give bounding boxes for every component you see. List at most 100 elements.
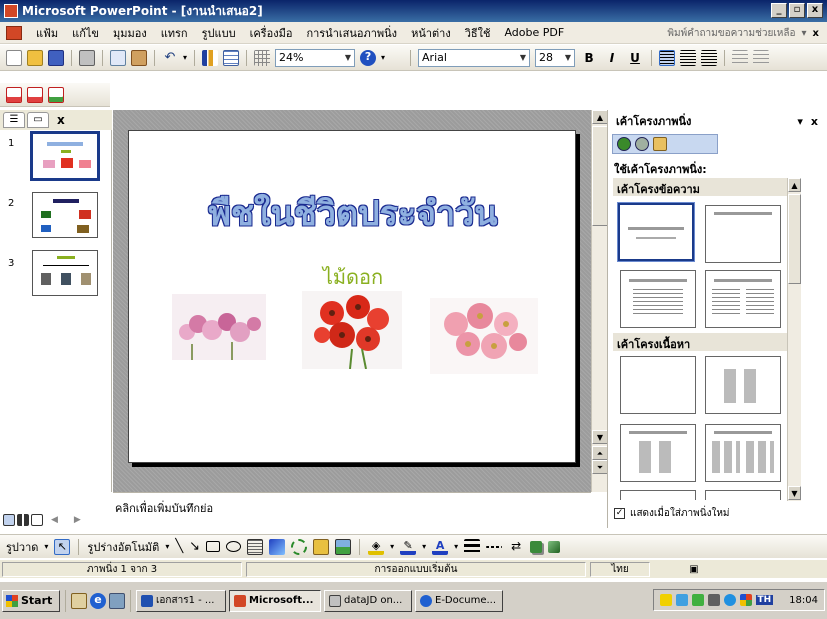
- align-left-icon[interactable]: [659, 49, 676, 66]
- task-pane-dropdown-icon[interactable]: ▾: [797, 115, 803, 128]
- slide-thumbnail-3[interactable]: [32, 250, 98, 296]
- line-color-icon[interactable]: ✎: [400, 539, 417, 555]
- start-button[interactable]: Start: [2, 589, 60, 612]
- language-indicator[interactable]: TH: [755, 595, 774, 605]
- clipart-icon[interactable]: [313, 538, 330, 555]
- font-select[interactable]: Arial ▼: [418, 48, 531, 67]
- taskbar-word-document[interactable]: เอกสาร1 - ...: [136, 589, 226, 612]
- show-desktop-icon[interactable]: [71, 592, 87, 609]
- line-color-dropdown-icon[interactable]: ▾: [422, 542, 426, 551]
- task-pane-scrollbar[interactable]: ▲ ▼: [787, 178, 801, 501]
- scroll-up-button[interactable]: ▲: [592, 110, 608, 124]
- menu-tools[interactable]: เครื่องมือ: [250, 24, 293, 42]
- pdf-review-icon[interactable]: [48, 86, 64, 103]
- menu-adobe-pdf[interactable]: Adobe PDF: [504, 26, 564, 39]
- back-icon[interactable]: [617, 137, 631, 151]
- volume-icon[interactable]: [659, 594, 672, 606]
- autoshapes-menu[interactable]: รูปร่างอัตโนมัติ: [87, 538, 159, 556]
- wordart-icon[interactable]: [269, 538, 286, 555]
- tab-slides[interactable]: ▭: [27, 112, 49, 128]
- line-style-icon[interactable]: [464, 538, 481, 555]
- clock[interactable]: 18:04: [789, 595, 818, 606]
- h-scroll-left-icon[interactable]: ◀: [51, 515, 58, 525]
- restore-button[interactable]: ▫: [789, 3, 805, 18]
- 3d-style-icon[interactable]: [548, 540, 561, 553]
- draw-menu-dropdown-icon[interactable]: ▾: [44, 542, 48, 551]
- help-dropdown-arrow-icon[interactable]: ▾: [381, 53, 385, 62]
- arrow-icon[interactable]: ↘: [189, 539, 200, 554]
- orchid-picture[interactable]: [172, 294, 266, 360]
- scroll-thumb[interactable]: [592, 126, 608, 226]
- h-scroll-right-icon[interactable]: ▶: [74, 515, 81, 525]
- line-icon[interactable]: ╲: [175, 539, 183, 554]
- undo-icon[interactable]: ↶: [162, 50, 178, 66]
- convert-pdf-icon[interactable]: [6, 86, 22, 103]
- pink-gerbera-picture[interactable]: [430, 298, 538, 374]
- help-dropdown-icon[interactable]: ▾: [802, 28, 807, 39]
- layout-title-two-columns[interactable]: [705, 270, 781, 328]
- taskbar-edocument[interactable]: E-Docume...: [415, 589, 503, 612]
- slideshow-view-icon[interactable]: [31, 514, 43, 526]
- slide-sorter-icon[interactable]: [17, 514, 29, 526]
- underline-button[interactable]: U: [626, 51, 644, 65]
- paste-icon[interactable]: [131, 49, 147, 66]
- align-right-icon[interactable]: [701, 49, 718, 66]
- diagram-icon[interactable]: [291, 538, 308, 555]
- messenger-icon[interactable]: [723, 594, 736, 606]
- shadow-style-icon[interactable]: [530, 540, 543, 553]
- printer-tray-icon[interactable]: [707, 594, 720, 606]
- menu-slideshow[interactable]: การนำเสนอภาพนิ่ง: [306, 24, 397, 42]
- help-question-input[interactable]: พิมพ์คำถามขอความช่วยเหลือ: [667, 26, 795, 41]
- font-color-icon[interactable]: A: [432, 539, 449, 555]
- pdf-email-icon[interactable]: [27, 86, 43, 103]
- bullets-icon[interactable]: [753, 49, 770, 66]
- dash-style-icon[interactable]: [486, 545, 503, 548]
- vertical-scrollbar[interactable]: ▲ ▼ ⏶ ⏷: [591, 110, 608, 492]
- select-objects-icon[interactable]: ↖: [54, 538, 71, 555]
- antivirus-icon[interactable]: [691, 594, 704, 606]
- menu-edit[interactable]: แก้ไข: [72, 24, 99, 42]
- menu-help[interactable]: วิธีใช้: [465, 24, 491, 42]
- new-icon[interactable]: [6, 49, 22, 66]
- close-doc-button[interactable]: x: [813, 28, 819, 39]
- bold-button[interactable]: B: [580, 51, 598, 65]
- show-on-insert-option[interactable]: ✓ แสดงเมื่อใส่ภาพนิ่งใหม่: [614, 506, 730, 521]
- home-icon[interactable]: [653, 137, 667, 151]
- layout-partial-2[interactable]: [705, 490, 781, 500]
- close-button[interactable]: x: [807, 3, 823, 18]
- menu-insert[interactable]: แทรก: [161, 24, 188, 42]
- red-gerbera-picture[interactable]: [302, 291, 402, 369]
- menu-format[interactable]: รูปแบบ: [202, 24, 236, 42]
- outlook-express-icon[interactable]: [109, 592, 125, 609]
- autoshapes-dropdown-icon[interactable]: ▾: [165, 542, 169, 551]
- network-icon[interactable]: [675, 594, 688, 606]
- align-center-icon[interactable]: [680, 49, 697, 66]
- print-icon[interactable]: [79, 49, 95, 66]
- layout-partial-1[interactable]: [620, 490, 696, 500]
- notes-pane[interactable]: คลิกเพื่อเพิ่มบันทึกย่อ: [113, 492, 591, 520]
- save-icon[interactable]: [48, 49, 64, 66]
- layout-content[interactable]: [705, 356, 781, 414]
- slide-canvas[interactable]: พืชในชีวิตประจำวัน ไม้ดอก: [128, 130, 576, 463]
- show-on-insert-checkbox[interactable]: ✓: [614, 508, 625, 519]
- font-color-dropdown-icon[interactable]: ▾: [454, 542, 458, 551]
- minimize-button[interactable]: _: [771, 3, 787, 18]
- task-pane-scroll-down[interactable]: ▼: [788, 486, 801, 500]
- menu-file[interactable]: แฟ้ม: [36, 24, 58, 42]
- layout-blank[interactable]: [620, 356, 696, 414]
- menu-view[interactable]: มุมมอง: [113, 24, 147, 42]
- chart-icon[interactable]: [202, 49, 219, 66]
- italic-button[interactable]: I: [603, 51, 621, 65]
- spelling-status-icon[interactable]: ▣: [654, 562, 734, 577]
- internet-explorer-icon[interactable]: e: [90, 592, 106, 609]
- numbering-icon[interactable]: [732, 49, 749, 66]
- scroll-down-button[interactable]: ▼: [592, 430, 608, 444]
- draw-menu[interactable]: รูปวาด: [6, 538, 38, 556]
- normal-view-icon[interactable]: [3, 514, 15, 526]
- task-pane-scroll-up[interactable]: ▲: [788, 178, 801, 192]
- layout-title-content[interactable]: [620, 424, 696, 482]
- fill-color-icon[interactable]: ◈: [368, 539, 385, 555]
- layout-title-only[interactable]: [705, 205, 781, 263]
- copy-icon[interactable]: [110, 49, 126, 66]
- slide-thumbnail-2[interactable]: [32, 192, 98, 238]
